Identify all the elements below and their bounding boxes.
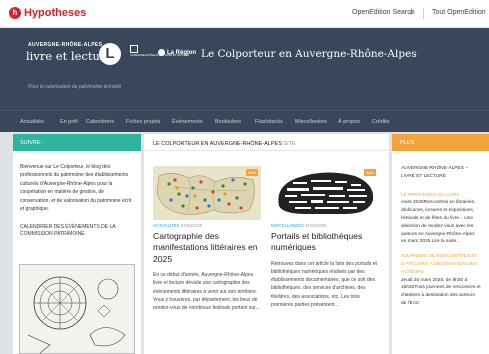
article-date: 27/03/2025 (180, 223, 203, 228)
nav-item-a-propos[interactable]: À propos (338, 119, 360, 125)
region-label: AUVERGNE-RHÔNE-ALPES (28, 42, 103, 48)
nav-item-miscellanees[interactable]: Miscellanées (295, 119, 327, 125)
nav-item-credits[interactable]: Crédits (372, 119, 389, 125)
content-header-site: SITE (281, 141, 296, 147)
site-tagline: Pour la valorisation du patrimoine éciro… (28, 84, 122, 90)
article-title[interactable]: Cartographie des manifestations littérai… (153, 231, 261, 265)
calendar-engraving-image[interactable] (19, 264, 135, 354)
site-title[interactable]: Le Colporteur en Auvergne-Rhône-Alpes (201, 48, 417, 60)
openedition-topbar: h Hypotheses OpenEdition Search ⌕ Tout O… (0, 0, 489, 28)
nav-item-booktubes[interactable]: Booktubes (215, 119, 241, 125)
article-card[interactable]: Actu ACTUALITÉS 27/03/2025 Cartographie … (153, 166, 261, 312)
feed-item-title[interactable]: LE PRINTEMPS DU LIVRE (401, 192, 481, 200)
calendar-title[interactable]: CALENDRIER DES ÉVÉNEMENTS DE LA COMMISSI… (20, 224, 134, 238)
nav-item-en-pref[interactable]: En préf (60, 119, 78, 125)
article-excerpt: En ce début d'année, Auvergne-Rhône-Alpe… (153, 272, 260, 312)
nav-item-fiches-projets[interactable]: Fiches projets (126, 119, 160, 125)
search-icon: ⌕ (409, 7, 415, 17)
nav-item-actualites[interactable]: Actualités (20, 119, 44, 125)
nav-item-evenements[interactable]: Événements (172, 119, 203, 125)
left-sidebar: SUIVRE : Bienvenue sur Le Colporteur, le… (13, 134, 141, 354)
hypotheses-icon: h (9, 7, 21, 19)
article-excerpt: Retrouvez dans cet article la liste des … (271, 260, 377, 308)
feed-title[interactable]: AUVERGNE-RHÔNE-ALPES – LIVRE ET LECTURE (401, 165, 481, 181)
arall-logo: AUVERGNE-RHÔNE-ALPES LIVRE ET LECTURE (130, 45, 189, 63)
la-region-label: La Région (167, 49, 197, 56)
arall-mark-icon (130, 45, 138, 53)
article-meta: ACTUALITÉS 27/03/2025 (153, 223, 261, 228)
main-navigation: Actualités En préf Calendriers Fiches pr… (0, 110, 489, 132)
nav-item-flashbacks[interactable]: Flashbacks (255, 119, 283, 125)
topbar-divider (423, 8, 424, 19)
map-thumbnail-image[interactable]: Actu (153, 166, 261, 220)
welcome-text: Bienvenue sur Le Colporteur, le blog des… (20, 164, 132, 213)
wordcloud-thumbnail-image[interactable]: Actu (271, 166, 379, 220)
category-badge: Actu (245, 169, 258, 176)
content-header: LE COLPORTEUR EN AUVERGNE-RHÔNE-ALPES SI… (144, 134, 389, 151)
region-mark-icon (158, 49, 165, 56)
follow-header: SUIVRE : (13, 134, 141, 151)
article-date: 21/03/2025 (305, 223, 327, 228)
right-sidebar: PLUS AUVERGNE-RHÔNE-ALPES – LIVRE ET LEC… (392, 134, 489, 354)
livre-lecture-logo-icon[interactable]: L (99, 43, 121, 65)
article-category[interactable]: MISCELLANÉES (271, 223, 304, 228)
tout-openedition-link[interactable]: Tout OpenEdition ▼ (432, 9, 489, 16)
feed-item-title[interactable]: JOURNÉES DE RENCONTRES ET D'ATELIERS À D… (401, 253, 481, 276)
hypotheses-label: Hypotheses (24, 7, 87, 19)
article-meta: MISCELLANÉES 21/03/2025 (271, 223, 379, 228)
openedition-search-label: OpenEdition Search (352, 9, 415, 16)
main-content: LE COLPORTEUR EN AUVERGNE-RHÔNE-ALPES SI… (144, 134, 389, 354)
article-title[interactable]: Portails et bibliothèques numériques (271, 231, 379, 254)
site-banner: AUVERGNE-RHÔNE-ALPES livre et lecture L … (0, 28, 489, 110)
content-header-title: LE COLPORTEUR EN AUVERGNE-RHÔNE-ALPES (153, 141, 282, 147)
article-category[interactable]: ACTUALITÉS (153, 223, 180, 228)
plus-header: PLUS (392, 134, 489, 151)
article-card[interactable]: Actu MISCELLANÉES 21/03/2025 Portails et… (271, 166, 379, 309)
openedition-search-link[interactable]: OpenEdition Search ⌕ (352, 7, 415, 17)
feed-item-text: mars 2025Rencontres en librairies, dédic… (401, 200, 476, 245)
category-badge: Actu (363, 169, 376, 176)
nav-item-calendriers[interactable]: Calendriers (86, 119, 114, 125)
la-region-logo: La Région (158, 49, 196, 56)
feed-item-text: Jeudi 20 mars 2025, de 8h30 à 16h30Trois… (401, 277, 481, 306)
hypotheses-logo[interactable]: h Hypotheses (9, 7, 86, 19)
tout-openedition-label: Tout OpenEdition (432, 9, 486, 16)
